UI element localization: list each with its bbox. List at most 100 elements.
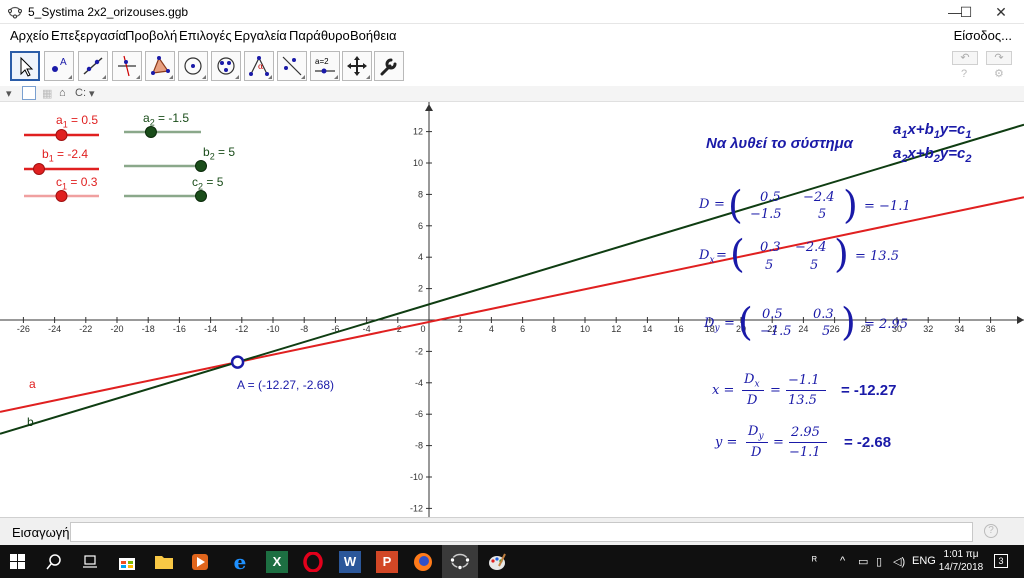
slider-name: b [42,147,49,161]
paint-icon[interactable] [487,552,507,572]
word-icon[interactable]: W [339,551,361,573]
x-axis-arrow [1017,316,1024,324]
circle-tool-button[interactable] [178,51,208,81]
tool-settings-button[interactable] [374,51,404,81]
input-field[interactable] [70,522,973,542]
y-numerator-value: 2.95 [791,425,820,440]
y-num-subscript: y [758,431,764,442]
slider-value: 5 [216,175,224,189]
volume-icon[interactable]: ◁) [893,555,905,568]
axes-option-dropdown[interactable]: C: [75,87,86,99]
menu-file[interactable]: Αρχείο [10,28,49,43]
firefox-icon[interactable] [413,552,433,572]
graphics-view[interactable]: -26-24-22-20-18-16-14-12-10-8-6-4-202468… [0,102,1024,517]
task-view-icon[interactable] [82,555,98,569]
x-tick-label: -26 [17,324,30,334]
menu-options[interactable]: Επιλογές [179,28,232,43]
y-tick-label: 4 [418,252,423,262]
x-equals: = [770,383,781,398]
slider-tool-button[interactable]: a=2 [310,51,340,81]
slider-subscript: 2 [149,117,155,128]
point-tool-button[interactable]: A [44,51,74,81]
menu-edit[interactable]: Επεξεργασία [51,28,126,43]
file-explorer-icon[interactable] [154,553,174,571]
det-dy-name: Dy [704,316,720,334]
conic-tool-button[interactable] [211,51,241,81]
y-tick-label: -6 [415,409,423,419]
line-tool-button[interactable] [78,51,108,81]
det-dx-name: Dx [699,248,715,266]
chevron-down-icon[interactable]: ▾ [89,87,95,100]
polygon-tool-button[interactable] [145,51,175,81]
perpendicular-line-tool-button[interactable] [112,51,142,81]
problem-heading: Να λυθεί το σύστημα [706,135,853,152]
powerpoint-icon[interactable]: P [376,551,398,573]
notifications-icon[interactable]: 3 [994,554,1008,568]
x-result: = -12.27 [841,382,897,399]
menu-help[interactable]: Βοήθεια [350,28,397,43]
slider-c1-label: c1 = 0.3 [56,175,98,192]
input-help-icon[interactable]: ? [984,524,998,538]
x-tick-label: 34 [954,324,964,334]
x-tick-label: 26 [830,324,840,334]
menu-view[interactable]: Προβολή [125,28,177,43]
excel-icon[interactable]: X [266,551,288,573]
det-d-m11: 0.5 [760,190,781,205]
eq2-xb: x+b [907,145,934,162]
x-tick-label: -4 [363,324,371,334]
det-dx-result: = 13.5 [855,249,899,264]
menu-window[interactable]: Παράθυρο [289,28,350,43]
redo-button[interactable]: ↷ [986,51,1012,65]
undo-button[interactable]: ↶ [952,51,978,65]
move-graphics-view-button[interactable] [342,51,372,81]
y-tick-label: 12 [413,127,423,137]
det-d-m21: −1.5 [750,207,782,222]
angle-tool-button[interactable]: α [244,51,274,81]
people-icon[interactable]: ᴿ [812,555,817,567]
start-icon[interactable] [10,554,25,569]
x-tick-label: 8 [551,324,556,334]
stylebar-toggle-icon[interactable]: ▾ [6,87,12,100]
x-tick-label: -24 [48,324,61,334]
edge-icon[interactable]: e [229,551,251,573]
grid-toggle-icon[interactable]: ▦ [42,87,52,100]
reflect-tool-button[interactable] [277,51,307,81]
geogebra-taskbar-button[interactable] [442,545,478,578]
axes-toggle-icon[interactable] [22,86,36,100]
sign-in-link[interactable]: Είσοδος... [954,28,1012,43]
settings-gear-icon[interactable]: ⚙ [994,67,1004,80]
chevron-up-icon[interactable]: ^ [840,555,845,567]
menu-tools[interactable]: Εργαλεία [234,28,287,43]
eq2-c-sub: 2 [965,153,972,165]
y-tick-label: -8 [415,441,423,451]
x-tick-label: 2 [458,324,463,334]
power-icon[interactable]: ▯ [876,555,882,568]
eq1-xb: x+b [907,121,934,138]
opera-icon[interactable] [303,552,323,572]
svg-text:A: A [60,57,67,68]
y-axis-arrow [425,104,433,111]
home-icon[interactable]: ⌂ [59,87,66,99]
clock[interactable]: 1:01 πμ 14/7/2018 [936,548,986,574]
media-player-icon[interactable] [191,553,209,571]
slider-knob [195,190,207,202]
left-paren: ( [730,232,745,276]
svg-text:a=2: a=2 [315,57,329,66]
language-indicator[interactable]: ENG [912,555,936,567]
y-tick-label: -10 [410,472,423,482]
store-icon[interactable] [118,553,136,571]
coordinate-plane[interactable]: -26-24-22-20-18-16-14-12-10-8-6-4-202468… [0,102,1024,517]
clock-time: 1:01 πμ [943,549,979,560]
line-a-label: a [29,377,36,391]
close-button[interactable]: ✕ [978,0,1024,24]
move-tool-button[interactable] [10,51,40,81]
x-tick-label: 6 [520,324,525,334]
network-icon[interactable]: ▭ [858,555,868,568]
help-icon[interactable]: ? [961,68,967,80]
x-denominator: D [747,393,758,408]
x-tick-label: -8 [300,324,308,334]
search-icon[interactable] [46,554,62,570]
slider-value: -1.5 [168,111,190,125]
x-tick-label: -22 [79,324,92,334]
svg-text:α: α [258,62,264,71]
